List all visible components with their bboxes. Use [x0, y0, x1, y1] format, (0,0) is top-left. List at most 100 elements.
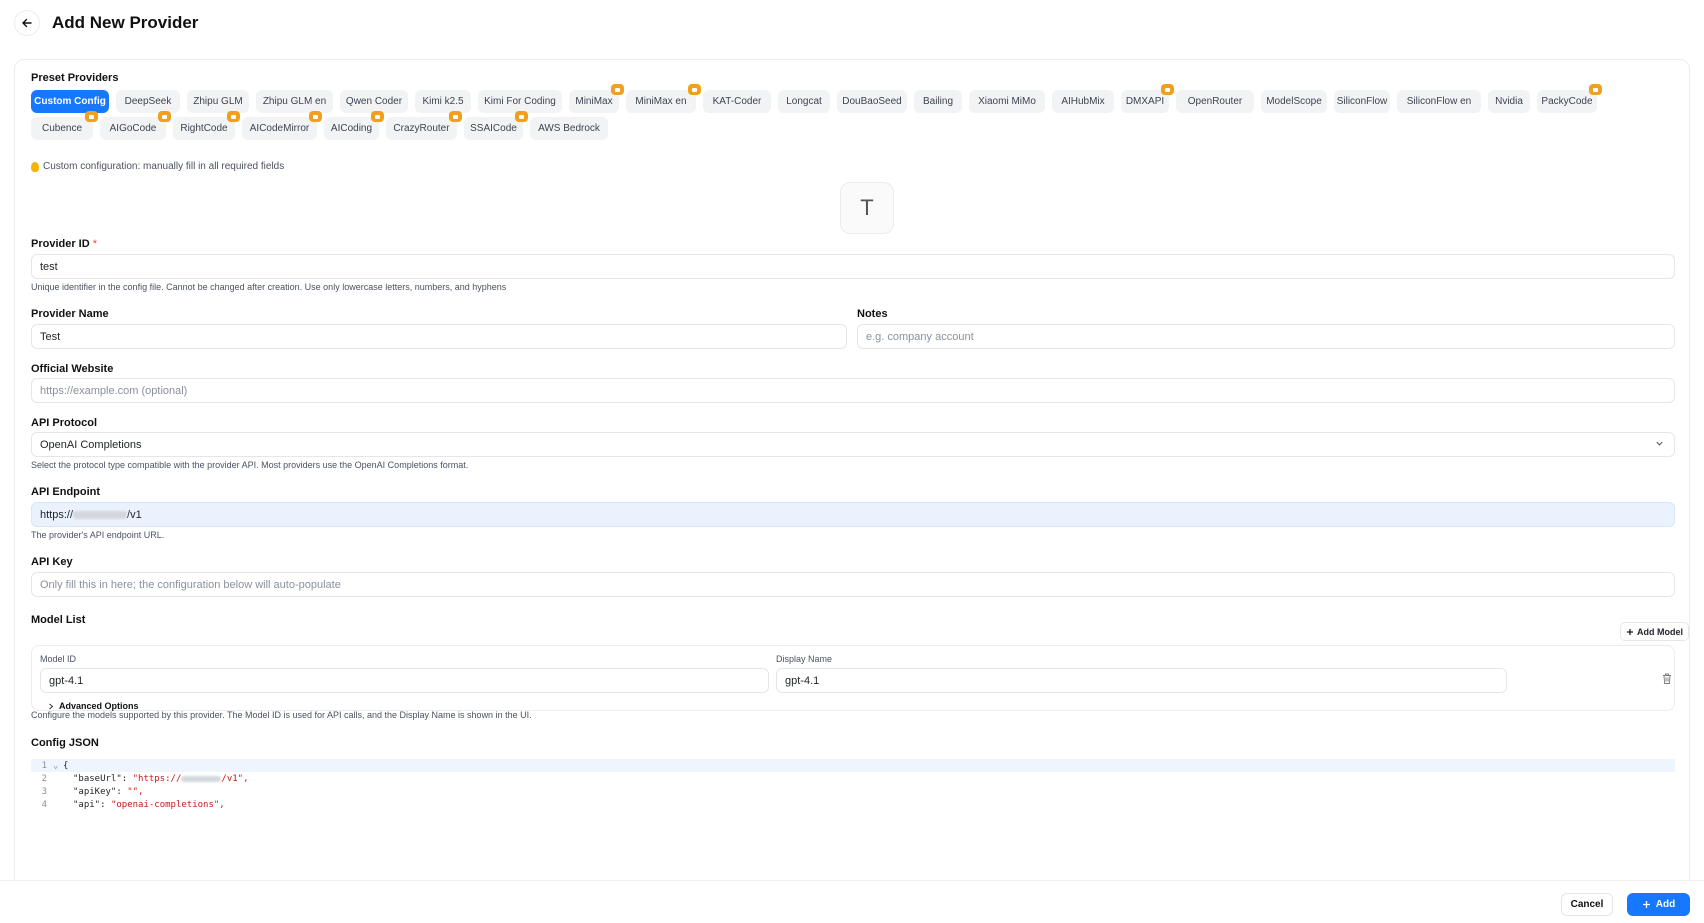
preset-chip-qwen-coder[interactable]: Qwen Coder: [340, 90, 408, 113]
preset-chip-zhipu-glm-en[interactable]: Zhipu GLM en: [256, 90, 333, 113]
provider-icon-preview[interactable]: T: [840, 182, 894, 234]
fold-chevron-icon[interactable]: ⌄: [53, 761, 63, 771]
notes-input[interactable]: e.g. company account: [857, 324, 1675, 349]
preset-chip-label: RightCode: [180, 123, 228, 134]
preset-chip-xiaomi-mimo[interactable]: Xiaomi MiMo: [969, 90, 1045, 113]
model-list-title: Model List: [31, 614, 86, 626]
preset-chip-longcat[interactable]: Longcat: [778, 90, 830, 113]
footer-bar: Cancel Add: [0, 880, 1704, 923]
cancel-button[interactable]: Cancel: [1561, 893, 1613, 916]
preset-chip-deepseek[interactable]: DeepSeek: [116, 90, 180, 113]
preset-chip-siliconflow-en[interactable]: SiliconFlow en: [1397, 90, 1481, 113]
preset-chip-aihubmix[interactable]: AIHubMix: [1052, 90, 1114, 113]
lock-badge-icon: [371, 111, 384, 122]
provider-id-label-text: Provider ID: [31, 238, 90, 250]
line-number: 4: [41, 799, 47, 810]
preset-chip-label: SSAICode: [470, 123, 517, 134]
preset-chip-label: DMXAPI: [1125, 96, 1165, 107]
endpoint-value-suffix: /v1: [127, 508, 142, 521]
display-name-label: Display Name: [776, 654, 833, 664]
protocol-value: OpenAI Completions: [40, 438, 142, 451]
preset-chip-minimax-en[interactable]: MiniMax en: [626, 84, 701, 113]
trash-icon[interactable]: [1661, 672, 1673, 685]
redacted-segment: [181, 775, 222, 782]
provider-name-input[interactable]: Test: [31, 324, 847, 349]
preset-chip-custom-config[interactable]: Custom Config: [31, 90, 109, 113]
website-label: Official Website: [31, 363, 114, 375]
preset-chip-nvidia[interactable]: Nvidia: [1488, 90, 1530, 113]
plus-icon: [1627, 628, 1633, 635]
preset-chip-packycode[interactable]: PackyCode: [1537, 84, 1602, 113]
preset-chip-label: MiniMax en: [635, 96, 687, 107]
preset-chip-label: ModelScope: [1266, 96, 1322, 107]
code-string: "https://: [132, 773, 182, 784]
preset-chip-aicoding[interactable]: AICoding: [324, 111, 384, 140]
preset-chip-label: PackyCode: [1541, 96, 1593, 107]
plus-icon: [1642, 901, 1650, 908]
preset-chip-bailing[interactable]: Bailing: [914, 90, 962, 113]
preset-chip-cubence[interactable]: Cubence: [31, 111, 98, 140]
preset-chip-label: SiliconFlow en: [1406, 96, 1472, 107]
preset-chip-aicodemirror[interactable]: AICodeMirror: [242, 111, 322, 140]
preset-chip-dmxapi[interactable]: DMXAPI: [1121, 84, 1174, 113]
api-key-label: API Key: [31, 556, 73, 568]
preset-chip-label: KAT-Coder: [712, 96, 762, 107]
form-card: Preset Providers Custom Config DeepSeek Zh…: [14, 59, 1690, 923]
endpoint-label: API Endpoint: [31, 486, 101, 498]
code-key: "api": [73, 799, 101, 810]
code-key: "baseUrl": [73, 773, 122, 784]
provider-name-label: Provider Name: [31, 308, 109, 320]
preset-chip-kimi-k2-5[interactable]: Kimi k2.5: [415, 90, 471, 113]
preset-chip-modelscope[interactable]: ModelScope: [1261, 90, 1327, 113]
preset-chip-label: AIHubMix: [1061, 96, 1105, 107]
preset-chip-kimi-for-coding[interactable]: Kimi For Coding: [478, 90, 562, 113]
preset-chip-crazyrouter[interactable]: CrazyRouter: [386, 111, 462, 140]
code-string: "openai-completions",: [110, 799, 225, 810]
add-model-button[interactable]: Add Model: [1620, 622, 1689, 641]
preset-chip-aigocode[interactable]: AIGoCode: [100, 111, 171, 140]
page-title: Add New Provider: [52, 13, 199, 32]
preset-chip-label: Kimi k2.5: [422, 96, 464, 107]
back-button[interactable]: [14, 10, 40, 36]
provider-id-input[interactable]: test: [31, 254, 1675, 279]
endpoint-input[interactable]: https:// /v1: [31, 502, 1675, 527]
lock-badge-icon: [688, 84, 701, 95]
display-name-input[interactable]: gpt-4.1: [776, 668, 1507, 693]
preset-chip-label: AIGoCode: [109, 123, 157, 134]
lock-badge-icon: [449, 111, 462, 122]
model-id-input[interactable]: gpt-4.1: [40, 668, 769, 693]
preset-chip-aws-bedrock[interactable]: AWS Bedrock: [530, 117, 608, 140]
preset-chip-siliconflow[interactable]: SiliconFlow: [1334, 90, 1390, 113]
protocol-help: Select the protocol type compatible with…: [31, 460, 469, 470]
preset-chip-label: Xiaomi MiMo: [978, 96, 1036, 107]
provider-id-value: test: [40, 260, 58, 273]
add-button[interactable]: Add: [1627, 893, 1690, 916]
preset-chip-ssaicode[interactable]: SSAICode: [464, 111, 528, 140]
provider-id-help: Unique identifier in the config file. Ca…: [31, 282, 507, 292]
lock-badge-icon: [1161, 84, 1174, 95]
preset-chip-openrouter[interactable]: OpenRouter: [1176, 90, 1254, 113]
preset-chip-label: AWS Bedrock: [538, 123, 600, 134]
preset-chip-label: DouBaoSeed: [842, 96, 902, 107]
model-list-help: Configure the models supported by this p…: [31, 710, 532, 720]
protocol-select[interactable]: OpenAI Completions: [31, 432, 1675, 457]
website-input[interactable]: https://example.com (optional): [31, 378, 1675, 403]
preset-chip-label: Custom Config: [34, 96, 106, 107]
code-string: "",: [127, 786, 144, 797]
preset-chip-doubaoseed[interactable]: DouBaoSeed: [837, 90, 907, 113]
preset-chip-label: Longcat: [786, 96, 822, 107]
preset-chip-kat-coder[interactable]: KAT-Coder: [703, 90, 771, 113]
preset-chip-rightcode[interactable]: RightCode: [173, 111, 240, 140]
notes-label: Notes: [857, 308, 888, 320]
config-json-title: Config JSON: [31, 737, 99, 749]
preset-chip-label: Cubence: [41, 123, 83, 134]
api-key-input[interactable]: Only fill this in here; the configuratio…: [31, 572, 1675, 597]
config-json-editor[interactable]: 1 ⌄ { 2 "baseUrl": "https:// /v1", 3 "ap…: [31, 759, 1675, 819]
lock-badge-icon: [1589, 84, 1602, 95]
preset-chip-minimax[interactable]: MiniMax: [569, 84, 624, 113]
code-line: 1 ⌄ {: [31, 759, 1675, 772]
lock-badge-icon: [158, 111, 171, 122]
preset-chip-zhipu-glm[interactable]: Zhipu GLM: [187, 90, 249, 113]
code-string: /v1",: [221, 773, 249, 784]
preset-chip-label: MiniMax: [575, 96, 613, 107]
